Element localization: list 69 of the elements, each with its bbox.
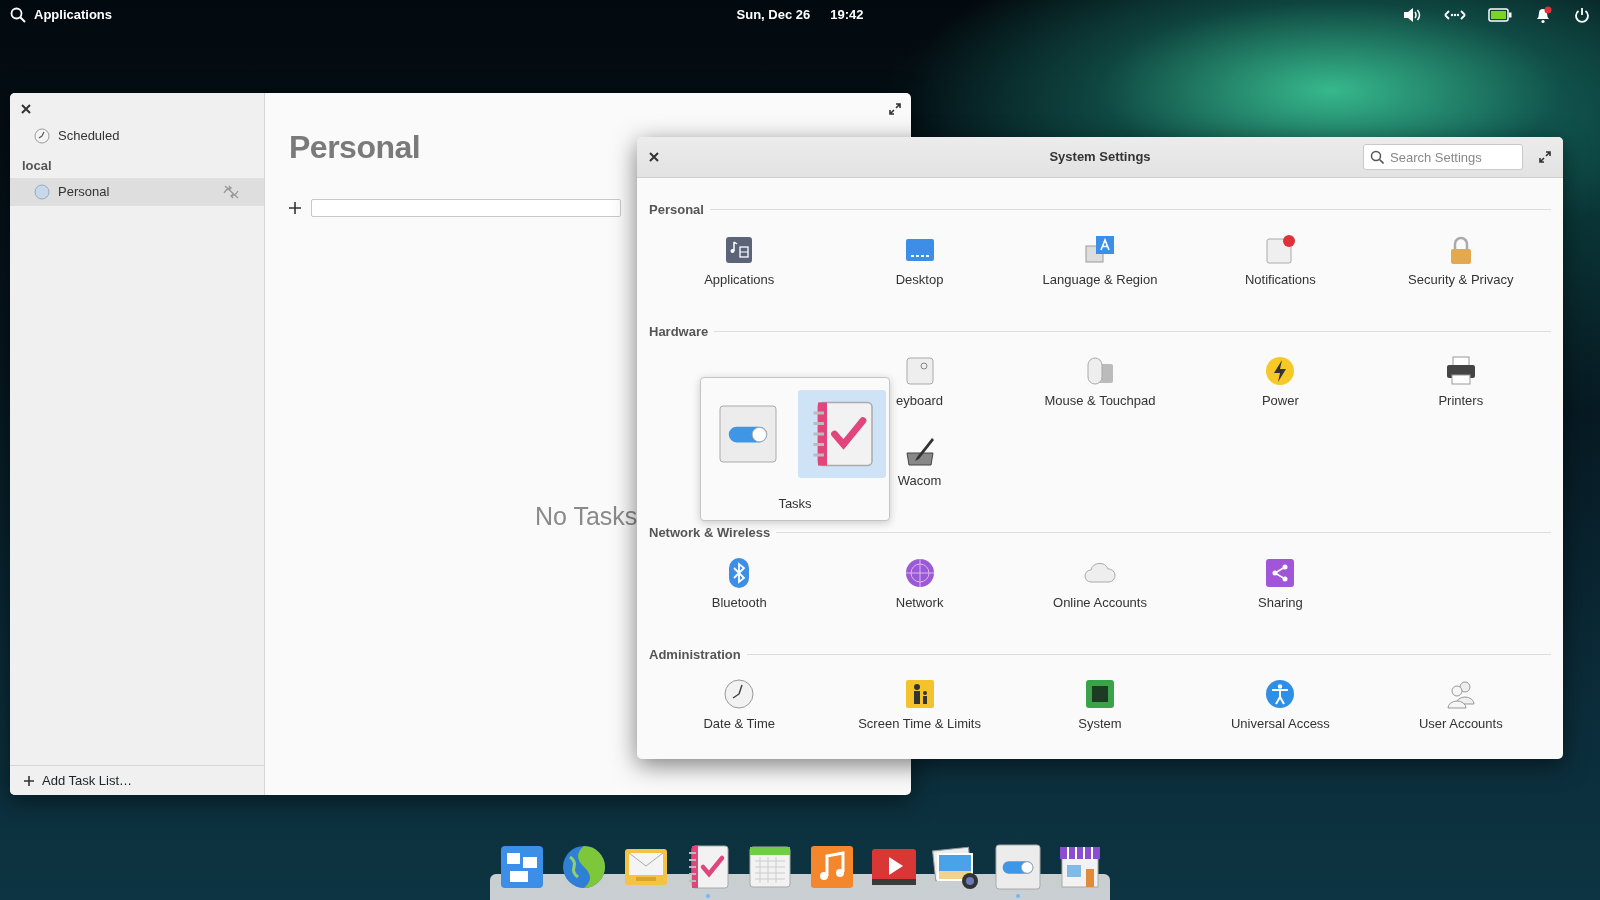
settings-item[interactable]: Notifications [1190, 219, 1371, 300]
parent-child-icon [903, 678, 936, 710]
section-heading: Personal [649, 201, 704, 219]
section-heading: Network & Wireless [649, 524, 771, 542]
clock-icon [723, 678, 756, 710]
window-title: System Settings [1049, 148, 1151, 167]
maximize-icon[interactable] [889, 103, 901, 115]
power-bolt-icon [1264, 355, 1297, 387]
settings-item[interactable]: Language & Region [1009, 219, 1191, 300]
power-icon[interactable] [1574, 7, 1590, 23]
notification-icon [1264, 233, 1297, 266]
search-field[interactable]: Search Settings [1363, 144, 1523, 170]
settings-item[interactable]: Online Accounts [1009, 542, 1191, 623]
settings-item[interactable]: Desktop [829, 219, 1010, 300]
settings-item[interactable]: Universal Access [1190, 664, 1371, 744]
maximize-icon[interactable] [1539, 151, 1551, 163]
settings-item[interactable]: Network [829, 542, 1010, 623]
applications-menu[interactable]: Applications [34, 5, 112, 25]
add-task-list-button[interactable]: Add Task List… [42, 770, 133, 791]
empty-message: No Tasks [535, 501, 638, 532]
search-icon [1370, 150, 1384, 164]
accessibility-icon [1264, 678, 1297, 710]
toggle-switch-icon[interactable] [994, 843, 1042, 891]
plus-icon [24, 775, 34, 786]
settings-item[interactable]: Date & Time [649, 664, 830, 744]
close-icon[interactable] [21, 104, 31, 114]
plus-icon[interactable] [289, 202, 301, 214]
drawing-tablet-icon [903, 435, 936, 467]
keyboard-key-icon [903, 355, 936, 387]
settings-item[interactable]: Sharing [1190, 542, 1371, 623]
users-icon [1444, 678, 1477, 710]
chip-icon [1084, 678, 1116, 710]
settings-item[interactable]: Bluetooth [649, 542, 830, 623]
settings-item[interactable]: System [1009, 664, 1191, 744]
time-label: 19:42 [830, 6, 864, 25]
settings-item[interactable]: Screen Time & Limits [829, 664, 1010, 744]
list-item[interactable]: Personal [10, 177, 264, 206]
music-note-icon[interactable] [808, 843, 856, 891]
network-arrows-icon[interactable] [1444, 8, 1466, 22]
task-input-field[interactable] [311, 199, 621, 217]
circle-icon [34, 183, 50, 200]
settings-item[interactable]: Security & Privacy [1370, 219, 1551, 300]
list-item[interactable]: Scheduled [10, 122, 264, 150]
settings-item[interactable]: Power [1190, 341, 1371, 421]
app-switcher-item[interactable] [798, 390, 886, 478]
bell-icon[interactable] [1534, 6, 1552, 24]
list-title: Personal [289, 128, 421, 167]
search-icon[interactable] [10, 7, 26, 23]
volume-icon[interactable] [1402, 7, 1422, 23]
globe-icon[interactable] [560, 843, 608, 891]
settings-item[interactable]: Printers [1370, 341, 1551, 421]
section-heading: Hardware [649, 322, 709, 341]
close-icon[interactable] [649, 152, 659, 162]
battery-icon[interactable] [1488, 8, 1512, 22]
section-heading: Administration [649, 645, 741, 664]
settings-item[interactable]: Mouse & Touchpad [1009, 341, 1191, 421]
language-icon [1084, 233, 1116, 266]
mouse-icon [1084, 355, 1116, 387]
settings-item[interactable]: Applications [649, 219, 830, 300]
globe-network-icon [903, 556, 936, 589]
share-icon [1264, 556, 1297, 589]
clock-icon [34, 128, 50, 144]
multitasking-icon[interactable] [498, 843, 546, 891]
date-label: Sun, Dec 26 [736, 6, 811, 25]
calendar-icon[interactable] [746, 843, 794, 891]
group-heading: local [21, 157, 53, 175]
printer-icon [1444, 355, 1477, 387]
settings-item[interactable]: User Accounts [1370, 664, 1551, 744]
app-name-label: Tasks [778, 495, 812, 513]
